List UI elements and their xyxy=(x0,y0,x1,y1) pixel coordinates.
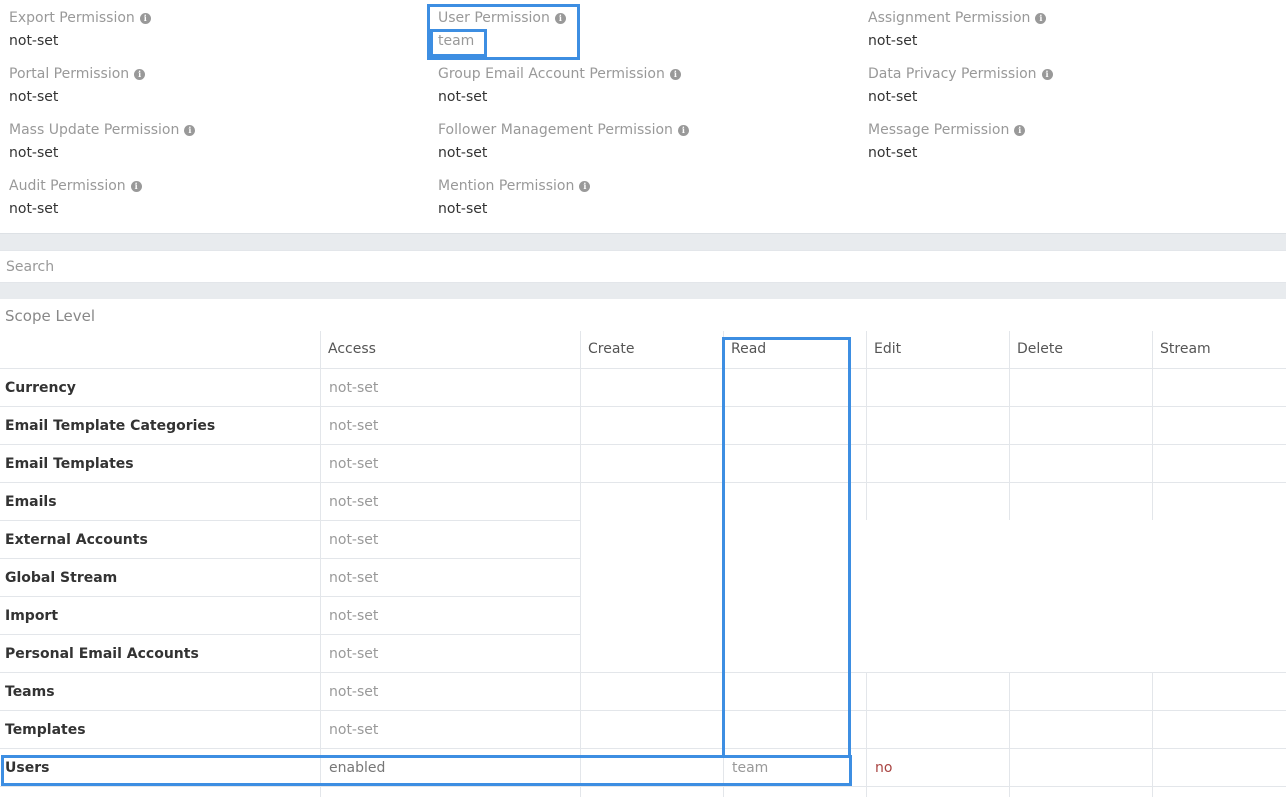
column-divider xyxy=(580,331,581,797)
perm-data-privacy: Data Privacy Permission i not-set xyxy=(868,65,1053,106)
info-icon[interactable]: i xyxy=(677,124,689,136)
column-divider xyxy=(723,331,724,797)
perm-label: Follower Management Permission xyxy=(438,122,673,138)
row-read-users[interactable]: team xyxy=(732,749,768,787)
perm-mass-update: Mass Update Permission i not-set xyxy=(9,121,196,162)
perm-label: Message Permission xyxy=(868,122,1010,138)
row-label-global-stream: Global Stream xyxy=(5,570,118,586)
row-label-teams: Teams xyxy=(5,684,55,700)
row-divider xyxy=(0,710,1286,711)
row-label-personal-email-accounts: Personal Email Accounts xyxy=(5,646,199,662)
perm-group-email-account: Group Email Account Permission i not-set xyxy=(438,65,681,106)
row-access-templates[interactable]: not-set xyxy=(329,711,378,749)
column-divider xyxy=(1009,331,1010,520)
perm-assignment: Assignment Permission i not-set xyxy=(868,9,1047,50)
perm-audit: Audit Permission i not-set xyxy=(9,177,142,218)
perm-message: Message Permission i not-set xyxy=(868,121,1026,162)
row-label-users: Users xyxy=(5,760,50,776)
info-icon[interactable]: i xyxy=(1041,68,1053,80)
row-access-email-templates[interactable]: not-set xyxy=(329,445,378,483)
perm-label: Group Email Account Permission xyxy=(438,66,665,82)
row-label-templates: Templates xyxy=(5,722,86,738)
permissions-panel: Export Permission i not-set Portal Permis… xyxy=(0,0,1286,233)
perm-mention: Mention Permission i not-set xyxy=(438,177,591,218)
column-header-access: Access xyxy=(328,341,376,357)
column-divider xyxy=(1152,331,1153,520)
info-icon[interactable]: i xyxy=(669,68,681,80)
perm-label: Assignment Permission xyxy=(868,10,1031,26)
row-access-personal-email-accounts[interactable]: not-set xyxy=(329,635,378,673)
perm-follower-management: Follower Management Permission i not-set xyxy=(438,121,689,162)
perm-value: not-set xyxy=(868,89,918,105)
column-header-create: Create xyxy=(588,341,635,357)
search-bar xyxy=(0,250,1286,283)
perm-value: not-set xyxy=(9,33,59,49)
perm-label: Export Permission xyxy=(9,10,135,26)
info-icon[interactable]: i xyxy=(1014,124,1026,136)
info-icon[interactable]: i xyxy=(579,180,591,192)
column-divider xyxy=(866,672,867,797)
row-access-external-accounts[interactable]: not-set xyxy=(329,521,378,559)
row-label-email-template-categories: Email Template Categories xyxy=(5,418,216,434)
row-label-email-templates: Email Templates xyxy=(5,456,134,472)
perm-value: not-set xyxy=(438,145,488,161)
section-divider xyxy=(0,233,1286,250)
perm-user: User Permission i team xyxy=(438,9,566,50)
info-icon[interactable]: i xyxy=(184,124,196,136)
perm-value: not-set xyxy=(9,145,59,161)
column-divider xyxy=(320,331,321,797)
perm-value: not-set xyxy=(868,33,918,49)
row-divider xyxy=(0,786,1286,787)
section-divider xyxy=(0,283,1286,299)
perm-label: Mention Permission xyxy=(438,178,575,194)
column-divider xyxy=(1009,672,1010,797)
read-column-highlight xyxy=(722,337,851,758)
column-header-edit: Edit xyxy=(874,341,902,357)
row-label-external-accounts: External Accounts xyxy=(5,532,148,548)
row-access-import[interactable]: not-set xyxy=(329,597,378,635)
perm-label: Portal Permission xyxy=(9,66,130,82)
perm-portal: Portal Permission i not-set xyxy=(9,65,146,106)
perm-label: User Permission xyxy=(438,10,550,26)
perm-value: not-set xyxy=(438,89,488,105)
info-icon[interactable]: i xyxy=(130,180,142,192)
scope-table: Access Create Read Edit Delete Stream Cu… xyxy=(0,331,1286,797)
column-header-stream: Stream xyxy=(1160,341,1211,357)
row-access-teams[interactable]: not-set xyxy=(329,673,378,711)
row-label-currency: Currency xyxy=(5,380,76,396)
row-access-email-template-categories[interactable]: not-set xyxy=(329,407,378,445)
column-divider xyxy=(1152,672,1153,797)
info-icon[interactable]: i xyxy=(134,68,146,80)
perm-value: not-set xyxy=(438,201,488,217)
row-access-users[interactable]: enabled xyxy=(329,749,385,787)
scope-level-title: Scope Level xyxy=(5,307,96,325)
info-icon[interactable]: i xyxy=(1035,12,1047,24)
info-icon[interactable]: i xyxy=(139,12,151,24)
users-row-highlight xyxy=(1,755,852,786)
perm-value: team xyxy=(438,33,475,49)
row-divider xyxy=(0,368,1286,369)
row-label-import: Import xyxy=(5,608,59,624)
row-access-currency[interactable]: not-set xyxy=(329,369,378,407)
perm-value: not-set xyxy=(9,201,59,217)
row-divider xyxy=(0,748,1286,749)
perm-label: Data Privacy Permission xyxy=(868,66,1037,82)
perm-label: Audit Permission xyxy=(9,178,126,194)
search-input[interactable] xyxy=(0,251,1286,282)
column-divider xyxy=(866,331,867,520)
column-header-read: Read xyxy=(731,341,767,357)
perm-export: Export Permission i not-set xyxy=(9,9,151,50)
perm-value: not-set xyxy=(868,145,918,161)
row-divider xyxy=(0,482,1286,483)
perm-label: Mass Update Permission xyxy=(9,122,180,138)
row-access-emails[interactable]: not-set xyxy=(329,483,378,521)
row-label-emails: Emails xyxy=(5,494,57,510)
info-icon[interactable]: i xyxy=(554,12,566,24)
column-header-delete: Delete xyxy=(1017,341,1063,357)
row-access-global-stream[interactable]: not-set xyxy=(329,559,378,597)
row-edit-users[interactable]: no xyxy=(875,749,892,787)
perm-value: not-set xyxy=(9,89,59,105)
